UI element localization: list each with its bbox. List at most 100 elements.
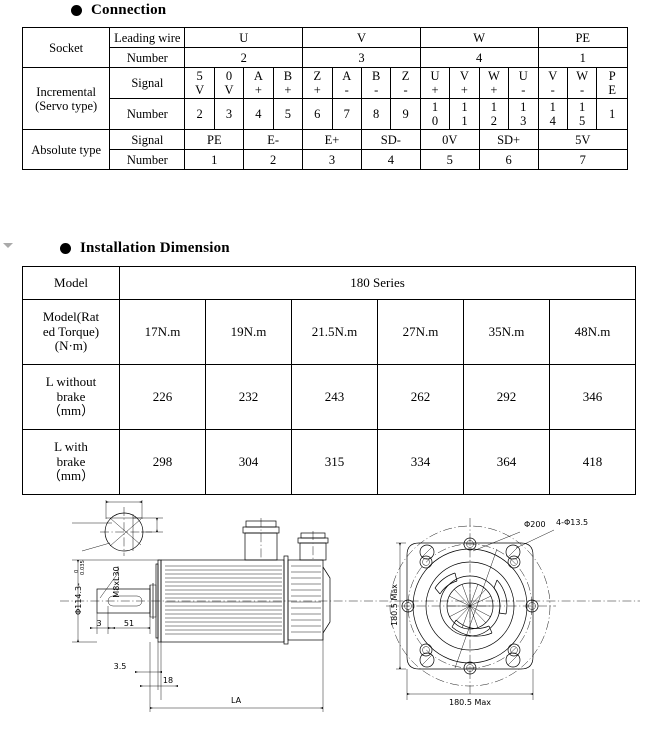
absolute-number-cell: 6 — [478, 149, 539, 170]
sig-top: A — [253, 69, 263, 83]
bolt-circle-dia-label: Φ200 — [524, 520, 546, 529]
num-top: 1 — [490, 100, 497, 114]
torque-value: 17N.m — [119, 299, 206, 365]
incremental-number-cell: 1 — [596, 98, 628, 130]
socket-label: Socket — [21, 27, 111, 68]
num-bottom: 3 — [520, 114, 527, 128]
sig-top: W — [576, 69, 589, 83]
front-height-max-label: 180.5 Max — [390, 584, 399, 626]
l-with-brake-line1: L with — [54, 439, 88, 455]
rated-torque-label: Model(Rat ed Torque) (N·m) — [22, 299, 120, 365]
incremental-number-label: Number — [109, 98, 186, 130]
l-with-brake-line2: brake — [56, 453, 86, 469]
num-bottom: 4 — [549, 114, 556, 128]
model-header: Model — [22, 266, 120, 300]
connection-title: Connection — [91, 2, 167, 18]
sig-bottom: V — [195, 83, 205, 97]
incremental-signal-cell: B + — [272, 67, 304, 99]
dim-LA-label: LA — [231, 696, 242, 705]
absolute-number-cell: 3 — [302, 149, 362, 170]
rated-torque-line3: (N·m) — [54, 338, 88, 354]
motor-side-view — [60, 518, 640, 712]
sig-top: B — [283, 69, 293, 83]
incremental-signal-cell: PE — [596, 67, 628, 99]
num-bottom: 1 — [461, 114, 468, 128]
incremental-number-cell: 11 — [449, 98, 480, 130]
l-without-brake-line2: brake — [56, 388, 86, 404]
incremental-number-cell: 15 — [566, 98, 598, 130]
leading-wire-pe: PE — [537, 27, 628, 48]
motor-technical-drawing: .ln{stroke:#000;stroke-width:.7;fill:non… — [0, 487, 645, 756]
flange-dia-label: Φ114.3- — [74, 583, 83, 615]
incremental-signal-cell: V + — [449, 67, 480, 99]
incremental-number-cell: 9 — [390, 98, 421, 130]
absolute-signal-cell: PE — [184, 129, 245, 150]
table-row: Incremental (Servo type) Signal 5V 0V A +… — [21, 67, 628, 130]
num-bottom: 2 — [490, 114, 497, 128]
incremental-number-cell: 10 — [419, 98, 451, 130]
sig-top: V — [548, 69, 558, 83]
socket-number-label: Number — [109, 47, 186, 68]
sig-bottom: - — [374, 83, 379, 97]
l-without-brake-value: 226 — [119, 364, 206, 430]
sig-top: W — [487, 69, 500, 83]
table-row: L with brake （mm） 298 304 315 334 364 41… — [22, 429, 637, 495]
sig-bottom: - — [403, 83, 408, 97]
dim-3-label: 3 — [96, 619, 101, 628]
absolute-signal-cell: 5V — [537, 129, 628, 150]
absolute-signal-cell: E+ — [302, 129, 362, 150]
series-header: 180 Series — [118, 266, 637, 300]
absolute-number-cell: 5 — [419, 149, 480, 170]
installation-title: Installation Dimension — [80, 240, 230, 256]
num-bottom: 9 — [402, 107, 409, 121]
incremental-number-cell: 4 — [243, 98, 274, 130]
l-without-brake-value: 292 — [463, 364, 550, 430]
l-without-brake-label: L without brake （mm） — [22, 364, 120, 430]
absolute-number-label: Number — [109, 149, 186, 170]
num-bottom: 2 — [196, 107, 203, 121]
num-bottom: 7 — [343, 107, 350, 121]
incremental-signal-cell: 5V — [184, 67, 215, 99]
sig-top: V — [459, 69, 469, 83]
connection-section-heading: Connection — [71, 2, 166, 19]
dim-51-label: 51 — [124, 619, 134, 628]
l-without-brake-value: 243 — [291, 364, 378, 430]
incremental-label-line1: Incremental — [36, 84, 96, 99]
incremental-number-cell: 8 — [360, 98, 392, 130]
sig-top: 0 — [225, 69, 233, 83]
sig-bottom: V — [224, 83, 234, 97]
filled-circle-bullet-icon — [60, 243, 71, 254]
incremental-number-cell: 3 — [213, 98, 245, 130]
sig-bottom: + — [490, 83, 498, 97]
sig-bottom: E — [608, 83, 616, 97]
leading-wire-label: Leading wire — [109, 27, 186, 48]
incremental-signal-cell: Z + — [302, 67, 333, 99]
incremental-signal-cell: Z- — [390, 67, 421, 99]
incremental-signal-cell: U + — [419, 67, 451, 99]
l-with-brake-value: 364 — [463, 429, 550, 495]
num-top: 1 — [549, 100, 556, 114]
table-row: Model(Rat ed Torque) (N·m) 17N.m 19N.m 2… — [22, 299, 637, 365]
num-top: 1 — [461, 100, 468, 114]
installation-dimension-table: Model 180 Series Model(Rat ed Torque) (N… — [22, 266, 637, 495]
absolute-signal-cell: 0V — [419, 129, 480, 150]
socket-number-u: 2 — [184, 47, 304, 68]
incremental-signal-cell: A + — [243, 67, 274, 99]
table-row: Number 2 3 4 5 6 7 8 9 10 11 12 13 14 15… — [23, 98, 628, 130]
num-bottom: 1 — [609, 107, 616, 121]
absolute-type-label: Absolute type — [21, 129, 111, 170]
torque-value: 21.5N.m — [291, 299, 378, 365]
sig-bottom: + — [431, 83, 439, 97]
l-without-brake-line3: （mm） — [47, 403, 95, 419]
incremental-signal-label: Signal — [109, 67, 186, 99]
l-without-brake-value: 232 — [205, 364, 292, 430]
num-bottom: 6 — [314, 107, 321, 121]
absolute-number-cell: 1 — [184, 149, 245, 170]
table-row: Absolute type Signal PE E- E+ SD- 0V SD+… — [21, 129, 628, 170]
l-with-brake-value: 315 — [291, 429, 378, 495]
dim-18-label: 18 — [163, 676, 173, 685]
filled-circle-bullet-icon — [71, 5, 82, 16]
torque-value: 19N.m — [205, 299, 292, 365]
torque-value: 35N.m — [463, 299, 550, 365]
dim-3-5-label: 3.5 — [114, 662, 127, 671]
